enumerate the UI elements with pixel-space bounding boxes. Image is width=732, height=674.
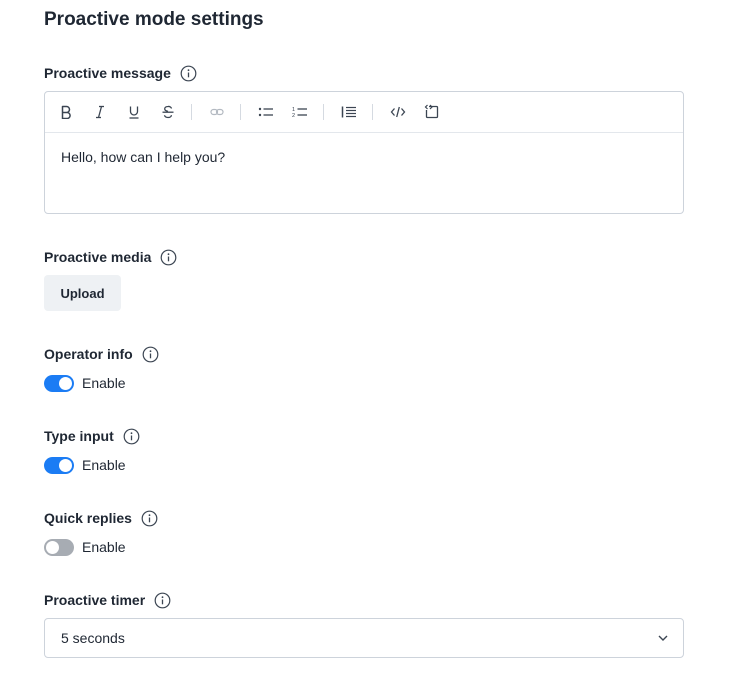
- quick-replies-toggle-label: Enable: [82, 539, 126, 555]
- editor-toolbar: 12: [45, 92, 683, 133]
- info-icon[interactable]: [160, 249, 177, 266]
- numbered-list-icon[interactable]: 12: [291, 103, 309, 121]
- bulleted-list-icon[interactable]: [257, 103, 275, 121]
- strikethrough-icon[interactable]: [159, 103, 177, 121]
- type-input-toggle[interactable]: [44, 456, 74, 474]
- type-input-label: Type input: [44, 428, 114, 444]
- proactive-message-label-row: Proactive message: [44, 63, 197, 83]
- upload-button[interactable]: Upload: [44, 275, 121, 311]
- type-input-label-row: Type input: [44, 426, 140, 446]
- type-input-toggle-label: Enable: [82, 457, 126, 473]
- quick-replies-toggle[interactable]: [44, 538, 74, 556]
- svg-text:2: 2: [292, 113, 295, 119]
- bold-icon[interactable]: [57, 103, 75, 121]
- editor-content[interactable]: Hello, how can I help you?: [45, 133, 683, 181]
- page-title: Proactive mode settings: [44, 9, 264, 30]
- info-icon[interactable]: [180, 65, 197, 82]
- italic-icon[interactable]: [91, 103, 109, 121]
- operator-info-toggle[interactable]: [44, 374, 74, 392]
- proactive-message-label: Proactive message: [44, 65, 171, 81]
- type-input-toggle-row: Enable: [44, 455, 126, 475]
- chevron-down-icon: [658, 635, 668, 641]
- quick-replies-label-row: Quick replies: [44, 508, 158, 528]
- operator-info-label-row: Operator info: [44, 344, 159, 364]
- proactive-timer-value: 5 seconds: [61, 630, 125, 646]
- toggle-knob: [59, 376, 72, 390]
- code-block-icon[interactable]: [423, 103, 441, 121]
- toggle-knob: [59, 458, 72, 472]
- underline-icon[interactable]: [125, 103, 143, 121]
- toolbar-divider: [372, 104, 373, 120]
- toolbar-divider: [191, 104, 192, 120]
- proactive-timer-label-row: Proactive timer: [44, 590, 171, 610]
- operator-info-toggle-row: Enable: [44, 373, 126, 393]
- proactive-media-label-row: Proactive media: [44, 247, 177, 267]
- info-icon[interactable]: [142, 346, 159, 363]
- quick-replies-label: Quick replies: [44, 510, 132, 526]
- proactive-message-editor[interactable]: 12 Hello, how can I help you?: [44, 91, 684, 214]
- toolbar-divider: [323, 104, 324, 120]
- operator-info-label: Operator info: [44, 346, 133, 362]
- quick-replies-toggle-row: Enable: [44, 537, 126, 557]
- operator-info-toggle-label: Enable: [82, 375, 126, 391]
- toolbar-divider: [240, 104, 241, 120]
- proactive-timer-select[interactable]: 5 seconds: [44, 618, 684, 658]
- proactive-timer-label: Proactive timer: [44, 592, 146, 608]
- info-icon[interactable]: [154, 592, 171, 609]
- info-icon[interactable]: [123, 428, 140, 445]
- proactive-settings-page: Proactive mode settings Proactive messag…: [0, 0, 732, 674]
- link-icon[interactable]: [208, 103, 226, 121]
- code-icon[interactable]: [389, 103, 407, 121]
- toggle-knob: [46, 540, 59, 554]
- blockquote-icon[interactable]: [340, 103, 358, 121]
- proactive-media-label: Proactive media: [44, 249, 152, 265]
- info-icon[interactable]: [141, 510, 158, 527]
